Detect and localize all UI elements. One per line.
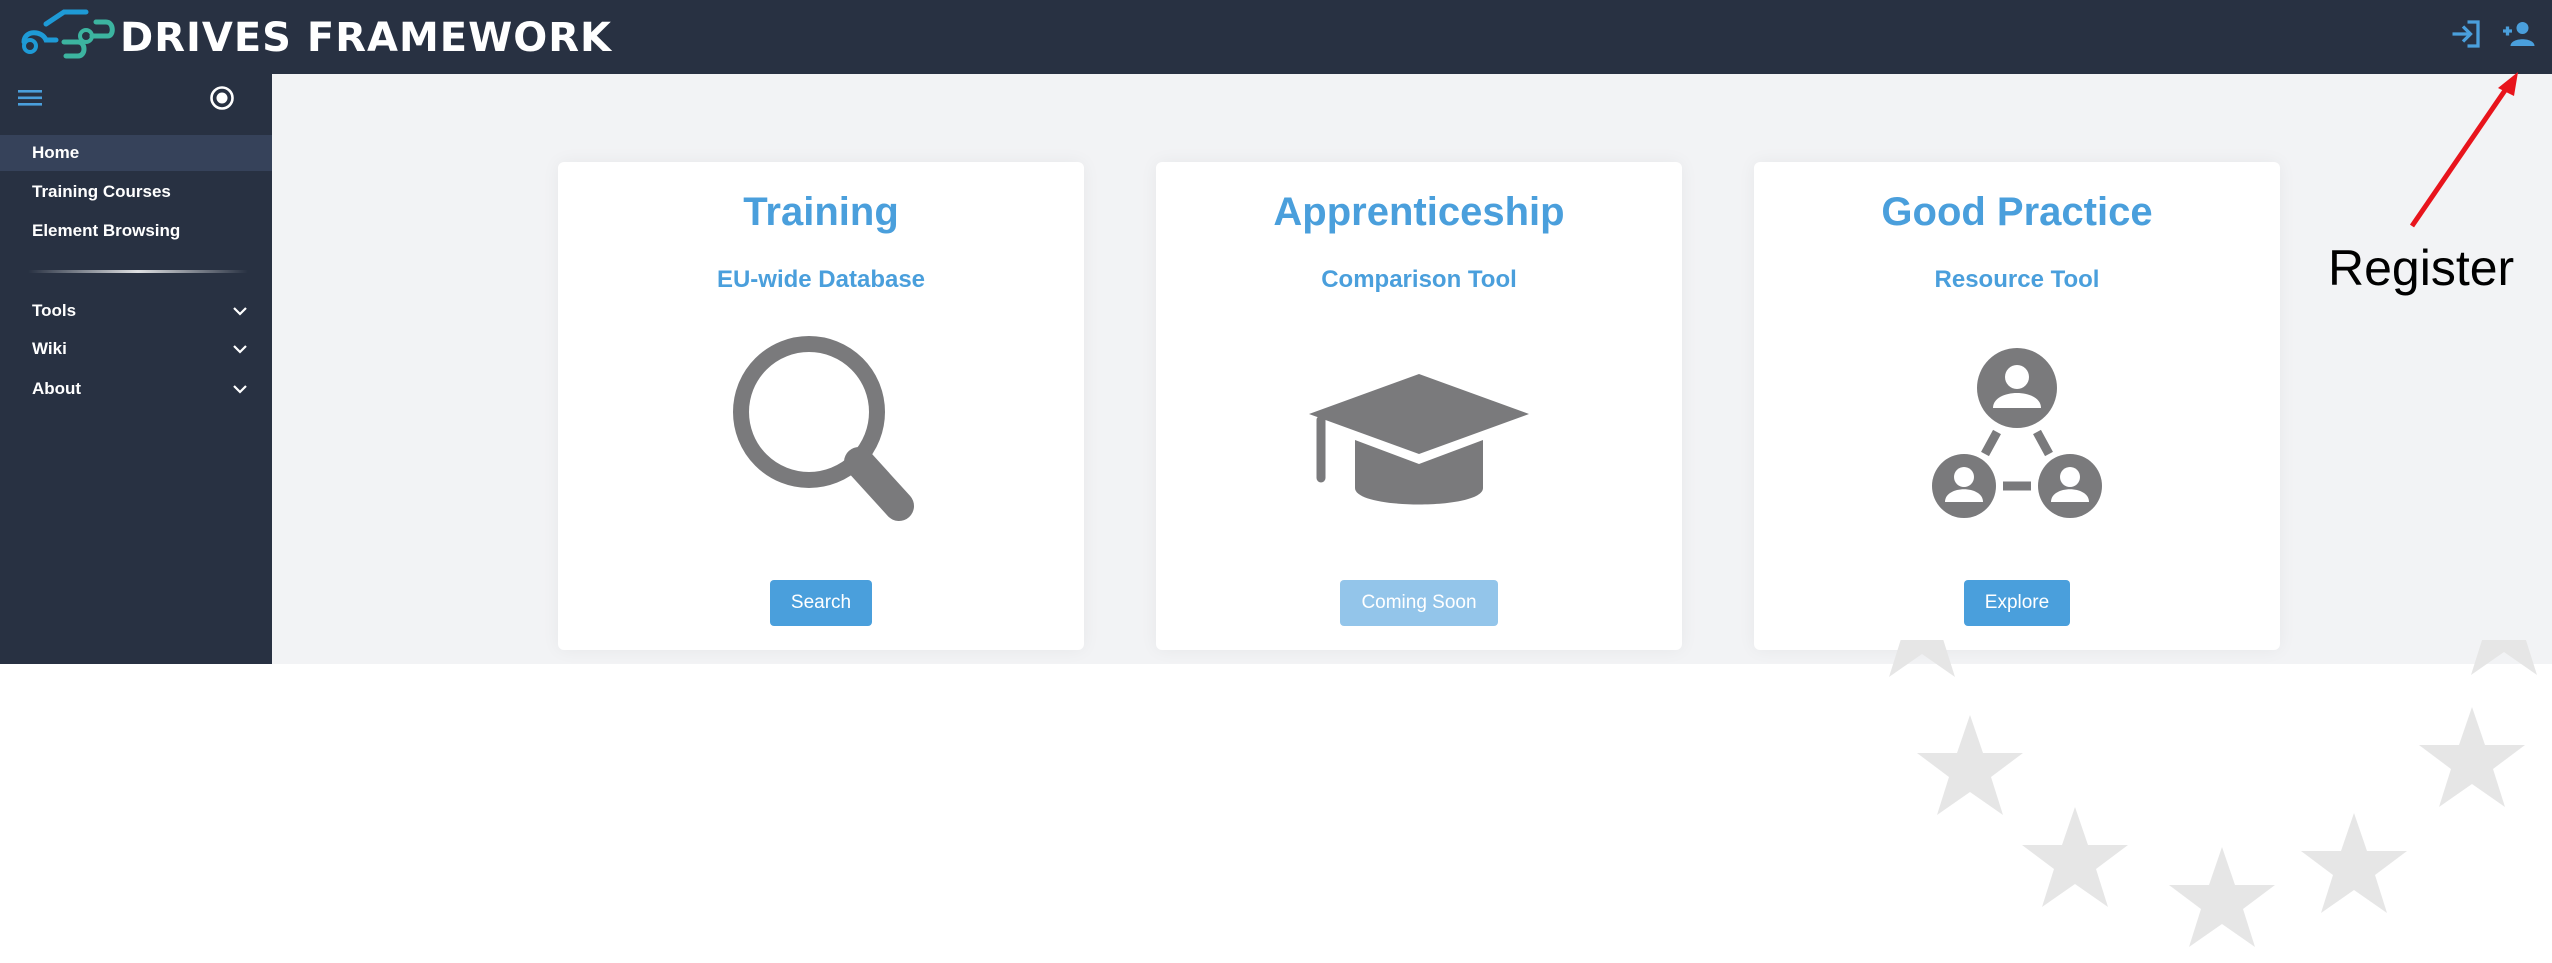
card-title: Training	[743, 190, 899, 234]
card-apprenticeship: Apprenticeship Comparison Tool Coming So…	[1156, 162, 1682, 650]
card-subtitle: EU-wide Database	[716, 266, 926, 293]
eu-stars-icon	[1869, 640, 2552, 947]
register-annotation-label: Register	[2328, 240, 2515, 296]
chevron-down-icon	[233, 345, 247, 354]
magnifying-glass-icon	[733, 336, 914, 521]
sidebar-item-home[interactable]: Home	[0, 135, 272, 171]
people-network-icon	[1932, 348, 2102, 518]
sidebar-group-about[interactable]: About	[0, 371, 272, 407]
sidebar-item-label: Element Browsing	[32, 221, 181, 240]
search-button[interactable]: Search	[770, 580, 872, 626]
sidebar-group-label: Tools	[32, 301, 77, 320]
sidebar-group-tools[interactable]: Tools	[0, 293, 272, 329]
card-subtitle: Comparison Tool	[1321, 266, 1517, 293]
card-title: Good Practice	[1881, 190, 2153, 234]
sidebar-item-training-courses[interactable]: Training Courses	[0, 174, 272, 210]
graduation-cap-icon	[1309, 374, 1529, 505]
explore-button[interactable]: Explore	[1964, 580, 2070, 626]
sidebar-group-label: About	[32, 379, 82, 398]
card-subtitle: Resource Tool	[1934, 266, 2100, 293]
chevron-down-icon	[233, 385, 247, 394]
chevron-down-icon	[233, 307, 247, 316]
card-training: Training EU-wide Database Search	[558, 162, 1084, 650]
sidebar-group-label: Wiki	[32, 339, 67, 358]
coming-soon-button[interactable]: Coming Soon	[1340, 580, 1498, 626]
radio-button-icon[interactable]	[208, 84, 236, 112]
sidebar-item-label: Home	[32, 143, 80, 162]
brand-title: DRIVES FRAMEWORK	[120, 15, 613, 61]
hamburger-menu-icon[interactable]	[16, 86, 46, 110]
card-title: Apprenticeship	[1273, 190, 1565, 234]
top-bar: DRIVES FRAMEWORK	[0, 0, 2552, 74]
sidebar-divider	[28, 270, 248, 273]
annotation-arrow	[2409, 72, 2518, 228]
person-add-icon[interactable]	[2500, 16, 2536, 52]
card-good-practice: Good Practice Resource Tool Explore	[1754, 162, 2280, 650]
drives-logo-icon	[21, 9, 115, 59]
app-window: DRIVES FRAMEWORK Home Training Courses E…	[0, 0, 2552, 664]
sidebar-item-element-browsing[interactable]: Element Browsing	[0, 213, 272, 249]
sidebar-group-wiki[interactable]: Wiki	[0, 331, 272, 367]
login-icon[interactable]	[2448, 16, 2484, 52]
sidebar-item-label: Training Courses	[32, 182, 171, 201]
